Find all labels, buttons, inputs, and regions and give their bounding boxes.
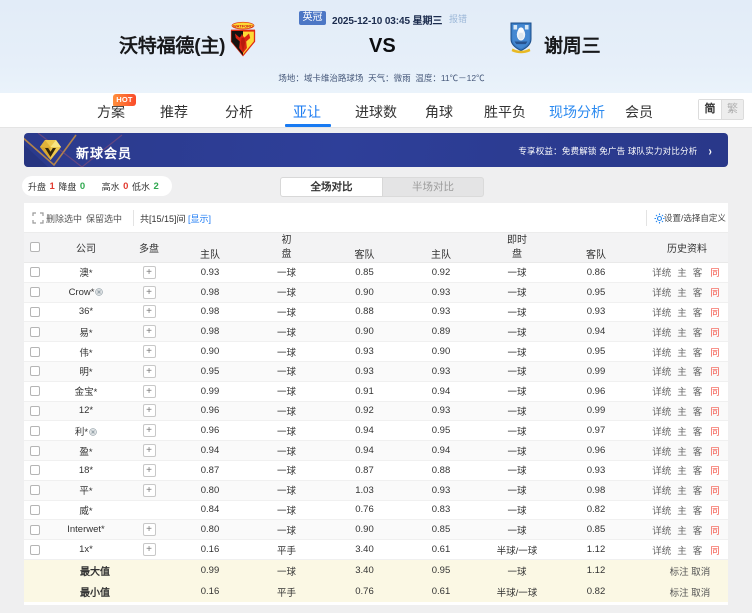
svg-text:WATFORD: WATFORD: [233, 23, 253, 28]
